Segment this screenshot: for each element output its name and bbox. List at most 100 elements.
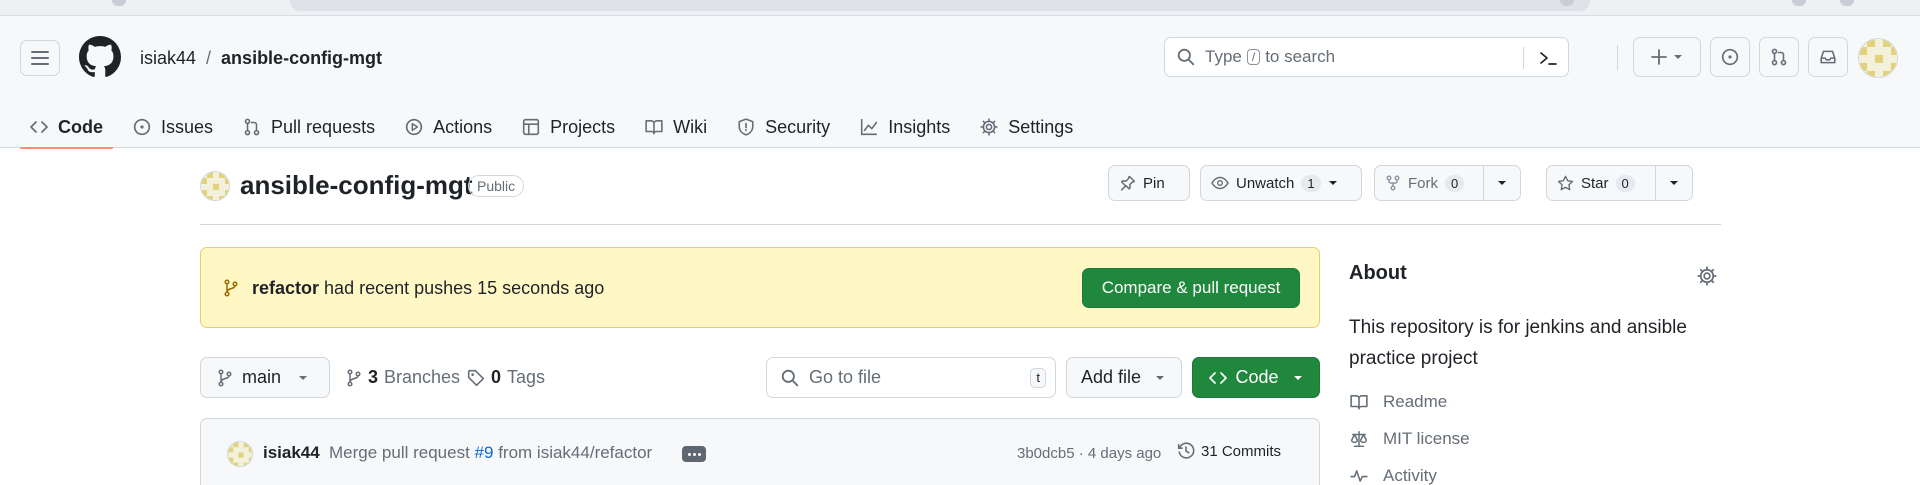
commit-author-avatar[interactable]	[227, 441, 253, 467]
history-icon	[1177, 442, 1195, 459]
owner-avatar[interactable]	[200, 171, 230, 201]
fork-label: Fork	[1408, 174, 1438, 192]
tab-label: Code	[58, 116, 103, 137]
tab-label: Actions	[433, 116, 493, 137]
commit-sha-time[interactable]: 3b0dcb5 · 4 days ago	[1017, 445, 1161, 462]
tab-label: Security	[765, 116, 831, 137]
repo-nav: Code Issues Pull requests Actions Projec…	[18, 106, 1091, 149]
visibility-badge: Public	[468, 175, 525, 197]
search-icon	[1177, 48, 1195, 66]
git-branch-icon	[347, 368, 361, 387]
gear-icon	[980, 118, 998, 136]
tags-link[interactable]: 0 Tags	[467, 367, 545, 388]
branch-selector-button[interactable]: main	[200, 357, 330, 398]
activity-link[interactable]: Activity	[1349, 466, 1437, 485]
tags-label: Tags	[507, 367, 546, 387]
star-button[interactable]: Star 0	[1546, 165, 1656, 201]
graph-icon	[861, 118, 878, 136]
commit-pr-link[interactable]: #9	[475, 443, 494, 462]
breadcrumb-repo-link[interactable]: ansible-config-mgt	[221, 48, 382, 69]
fork-button[interactable]: Fork 0	[1374, 165, 1484, 201]
readme-label: Readme	[1383, 392, 1448, 411]
go-to-file-shortcut: t	[1030, 368, 1046, 388]
license-link[interactable]: MIT license	[1349, 429, 1470, 449]
repo-title-bar: ansible-config-mgt Public Pin Unwatch 1 …	[200, 165, 1721, 225]
chevron-down-icon	[1328, 181, 1337, 185]
star-icon	[1557, 175, 1574, 190]
tab-label: Pull requests	[271, 116, 376, 137]
address-bar[interactable]	[290, 0, 1590, 11]
git-pull-request-icon	[244, 118, 260, 136]
fork-dropdown-button[interactable]	[1483, 165, 1521, 201]
commit-message[interactable]: Merge pull request #9 from isiak44/refac…	[329, 443, 652, 463]
chevron-down-icon	[1293, 375, 1302, 380]
gear-icon[interactable]	[1697, 266, 1717, 286]
tab-wiki[interactable]: Wiki	[633, 106, 719, 148]
commit-author-link[interactable]: isiak44	[263, 443, 320, 463]
play-icon	[405, 118, 423, 136]
identicon-icon	[228, 442, 252, 466]
tab-label: Insights	[888, 116, 951, 137]
tab-insights[interactable]: Insights	[848, 106, 962, 148]
unwatch-button[interactable]: Unwatch 1	[1200, 165, 1362, 201]
search-shortcut-key: /	[1246, 49, 1261, 65]
branches-link[interactable]: 3 Branches	[346, 367, 460, 388]
commits-history-link[interactable]: 31 Commits	[1177, 442, 1281, 460]
banner-branch-name[interactable]: refactor	[252, 278, 319, 298]
three-bars-icon	[31, 51, 49, 65]
open-menu-button[interactable]	[20, 40, 60, 76]
tab-label: Projects	[550, 116, 616, 137]
breadcrumb-owner-link[interactable]: isiak44	[140, 48, 196, 69]
commit-details-toggle[interactable]	[682, 446, 706, 462]
git-pull-request-icon	[1771, 48, 1787, 66]
identicon-icon	[201, 172, 229, 200]
git-branch-icon	[218, 368, 232, 387]
compare-pull-request-button[interactable]: Compare & pull request	[1082, 268, 1300, 308]
tab-actions[interactable]: Actions	[393, 106, 504, 148]
search-divider	[1523, 47, 1524, 69]
latest-commit-box: isiak44 Merge pull request #9 from isiak…	[200, 418, 1320, 485]
watch-count: 1	[1301, 174, 1321, 192]
add-file-button[interactable]: Add file	[1066, 357, 1182, 398]
identicon-icon	[1859, 39, 1897, 77]
tab-pull-requests[interactable]: Pull requests	[231, 106, 387, 148]
tab-security[interactable]: Security	[725, 106, 842, 148]
eye-icon	[1211, 176, 1229, 190]
header-divider	[1617, 45, 1618, 71]
chevron-down-icon	[1674, 55, 1682, 59]
tab-code[interactable]: Code	[18, 106, 115, 149]
repo-title[interactable]: ansible-config-mgt	[240, 170, 473, 201]
issues-button[interactable]	[1710, 37, 1750, 77]
pin-label: Pin	[1143, 174, 1165, 192]
add-file-label: Add file	[1081, 367, 1142, 387]
user-avatar[interactable]	[1858, 38, 1898, 78]
search-icon	[781, 369, 799, 386]
chevron-down-icon	[1498, 181, 1506, 185]
branches-label: Branches	[384, 367, 461, 387]
watch-label: Unwatch	[1236, 174, 1295, 192]
create-new-button[interactable]	[1633, 37, 1701, 77]
plus-icon	[1651, 49, 1667, 65]
pull-requests-button[interactable]	[1759, 37, 1799, 77]
about-description: This repository is for jenkins and ansib…	[1349, 317, 1687, 369]
breadcrumb: isiak44 / ansible-config-mgt	[140, 48, 382, 69]
app-header: isiak44 / ansible-config-mgt Type / to s…	[0, 16, 1920, 149]
tab-issues[interactable]: Issues	[121, 106, 225, 148]
tab-projects[interactable]: Projects	[510, 106, 627, 148]
browser-icon	[1792, 0, 1806, 6]
inbox-button[interactable]	[1808, 37, 1848, 77]
license-label: MIT license	[1383, 429, 1470, 448]
code-dropdown-button[interactable]: Code	[1192, 357, 1320, 398]
tab-settings[interactable]: Settings	[968, 106, 1085, 148]
activity-label: Activity	[1383, 466, 1437, 485]
readme-link[interactable]: Readme	[1349, 392, 1447, 412]
star-dropdown-button[interactable]	[1655, 165, 1693, 201]
search-input[interactable]: Type / to search	[1164, 37, 1569, 77]
command-palette-icon[interactable]	[1538, 48, 1558, 68]
github-logo-icon[interactable]	[79, 36, 121, 78]
pin-button[interactable]: Pin	[1108, 165, 1190, 201]
go-to-file-input[interactable]: Go to file t	[766, 357, 1056, 398]
search-placeholder-text: Type	[1205, 47, 1242, 66]
commit-message-text: from isiak44/refactor	[498, 443, 653, 462]
search-placeholder-text: to search	[1265, 47, 1336, 66]
